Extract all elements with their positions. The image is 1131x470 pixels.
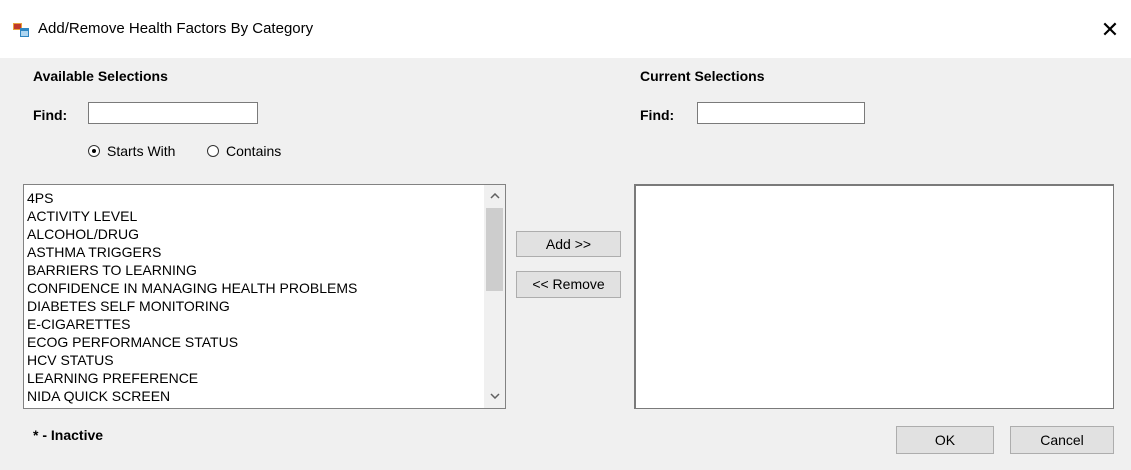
add-button[interactable]: Add >> [516, 231, 621, 257]
close-icon[interactable]: ✕ [1090, 13, 1130, 47]
available-list[interactable]: 4PS ACTIVITY LEVEL ALCOHOL/DRUG ASTHMA TRIG… [23, 184, 506, 409]
list-item[interactable]: HCV STATUS [27, 351, 480, 369]
current-selections-heading: Current Selections [640, 68, 765, 84]
starts-with-option[interactable]: Starts With [88, 143, 175, 159]
list-item[interactable]: CONFIDENCE IN MANAGING HEALTH PROBLEMS [27, 279, 480, 297]
list-item[interactable]: ACTIVITY LEVEL [27, 207, 480, 225]
list-item[interactable]: NIDA QUICK SCREEN [27, 387, 480, 405]
contains-label: Contains [226, 143, 282, 159]
list-item[interactable]: E-CIGARETTES [27, 315, 480, 333]
current-find-input[interactable] [697, 102, 865, 124]
available-selections-heading: Available Selections [33, 68, 168, 84]
list-item[interactable]: ALCOHOL/DRUG [27, 225, 480, 243]
ok-button[interactable]: OK [896, 426, 994, 454]
chevron-down-icon[interactable] [484, 388, 505, 405]
available-list-items: 4PS ACTIVITY LEVEL ALCOHOL/DRUG ASTHMA TRIG… [27, 189, 480, 405]
cancel-button[interactable]: Cancel [1010, 426, 1114, 454]
list-item[interactable]: 4PS [27, 189, 480, 207]
list-item[interactable]: DIABETES SELF MONITORING [27, 297, 480, 315]
list-item[interactable]: ASTHMA TRIGGERS [27, 243, 480, 261]
app-window-icon [13, 23, 29, 37]
contains-option[interactable]: Contains [207, 143, 281, 159]
available-find-input[interactable] [88, 102, 258, 124]
current-find-label: Find: [640, 107, 675, 123]
list-item[interactable]: LEARNING PREFERENCE [27, 369, 480, 387]
scrollbar-thumb[interactable] [486, 208, 503, 291]
available-find-label: Find: [33, 107, 68, 123]
current-list[interactable] [634, 184, 1114, 409]
contains-radio[interactable] [207, 145, 219, 157]
title-bar: Add/Remove Health Factors By Category ✕ [0, 0, 1131, 58]
available-list-scrollbar[interactable] [484, 185, 505, 408]
inactive-note: * - Inactive [33, 427, 104, 443]
starts-with-radio[interactable] [88, 145, 100, 157]
list-item[interactable]: ECOG PERFORMANCE STATUS [27, 333, 480, 351]
chevron-up-icon[interactable] [484, 188, 505, 205]
starts-with-label: Starts With [107, 143, 176, 159]
list-item[interactable]: BARRIERS TO LEARNING [27, 261, 480, 279]
remove-button[interactable]: << Remove [516, 271, 621, 298]
window-title: Add/Remove Health Factors By Category [38, 20, 314, 37]
